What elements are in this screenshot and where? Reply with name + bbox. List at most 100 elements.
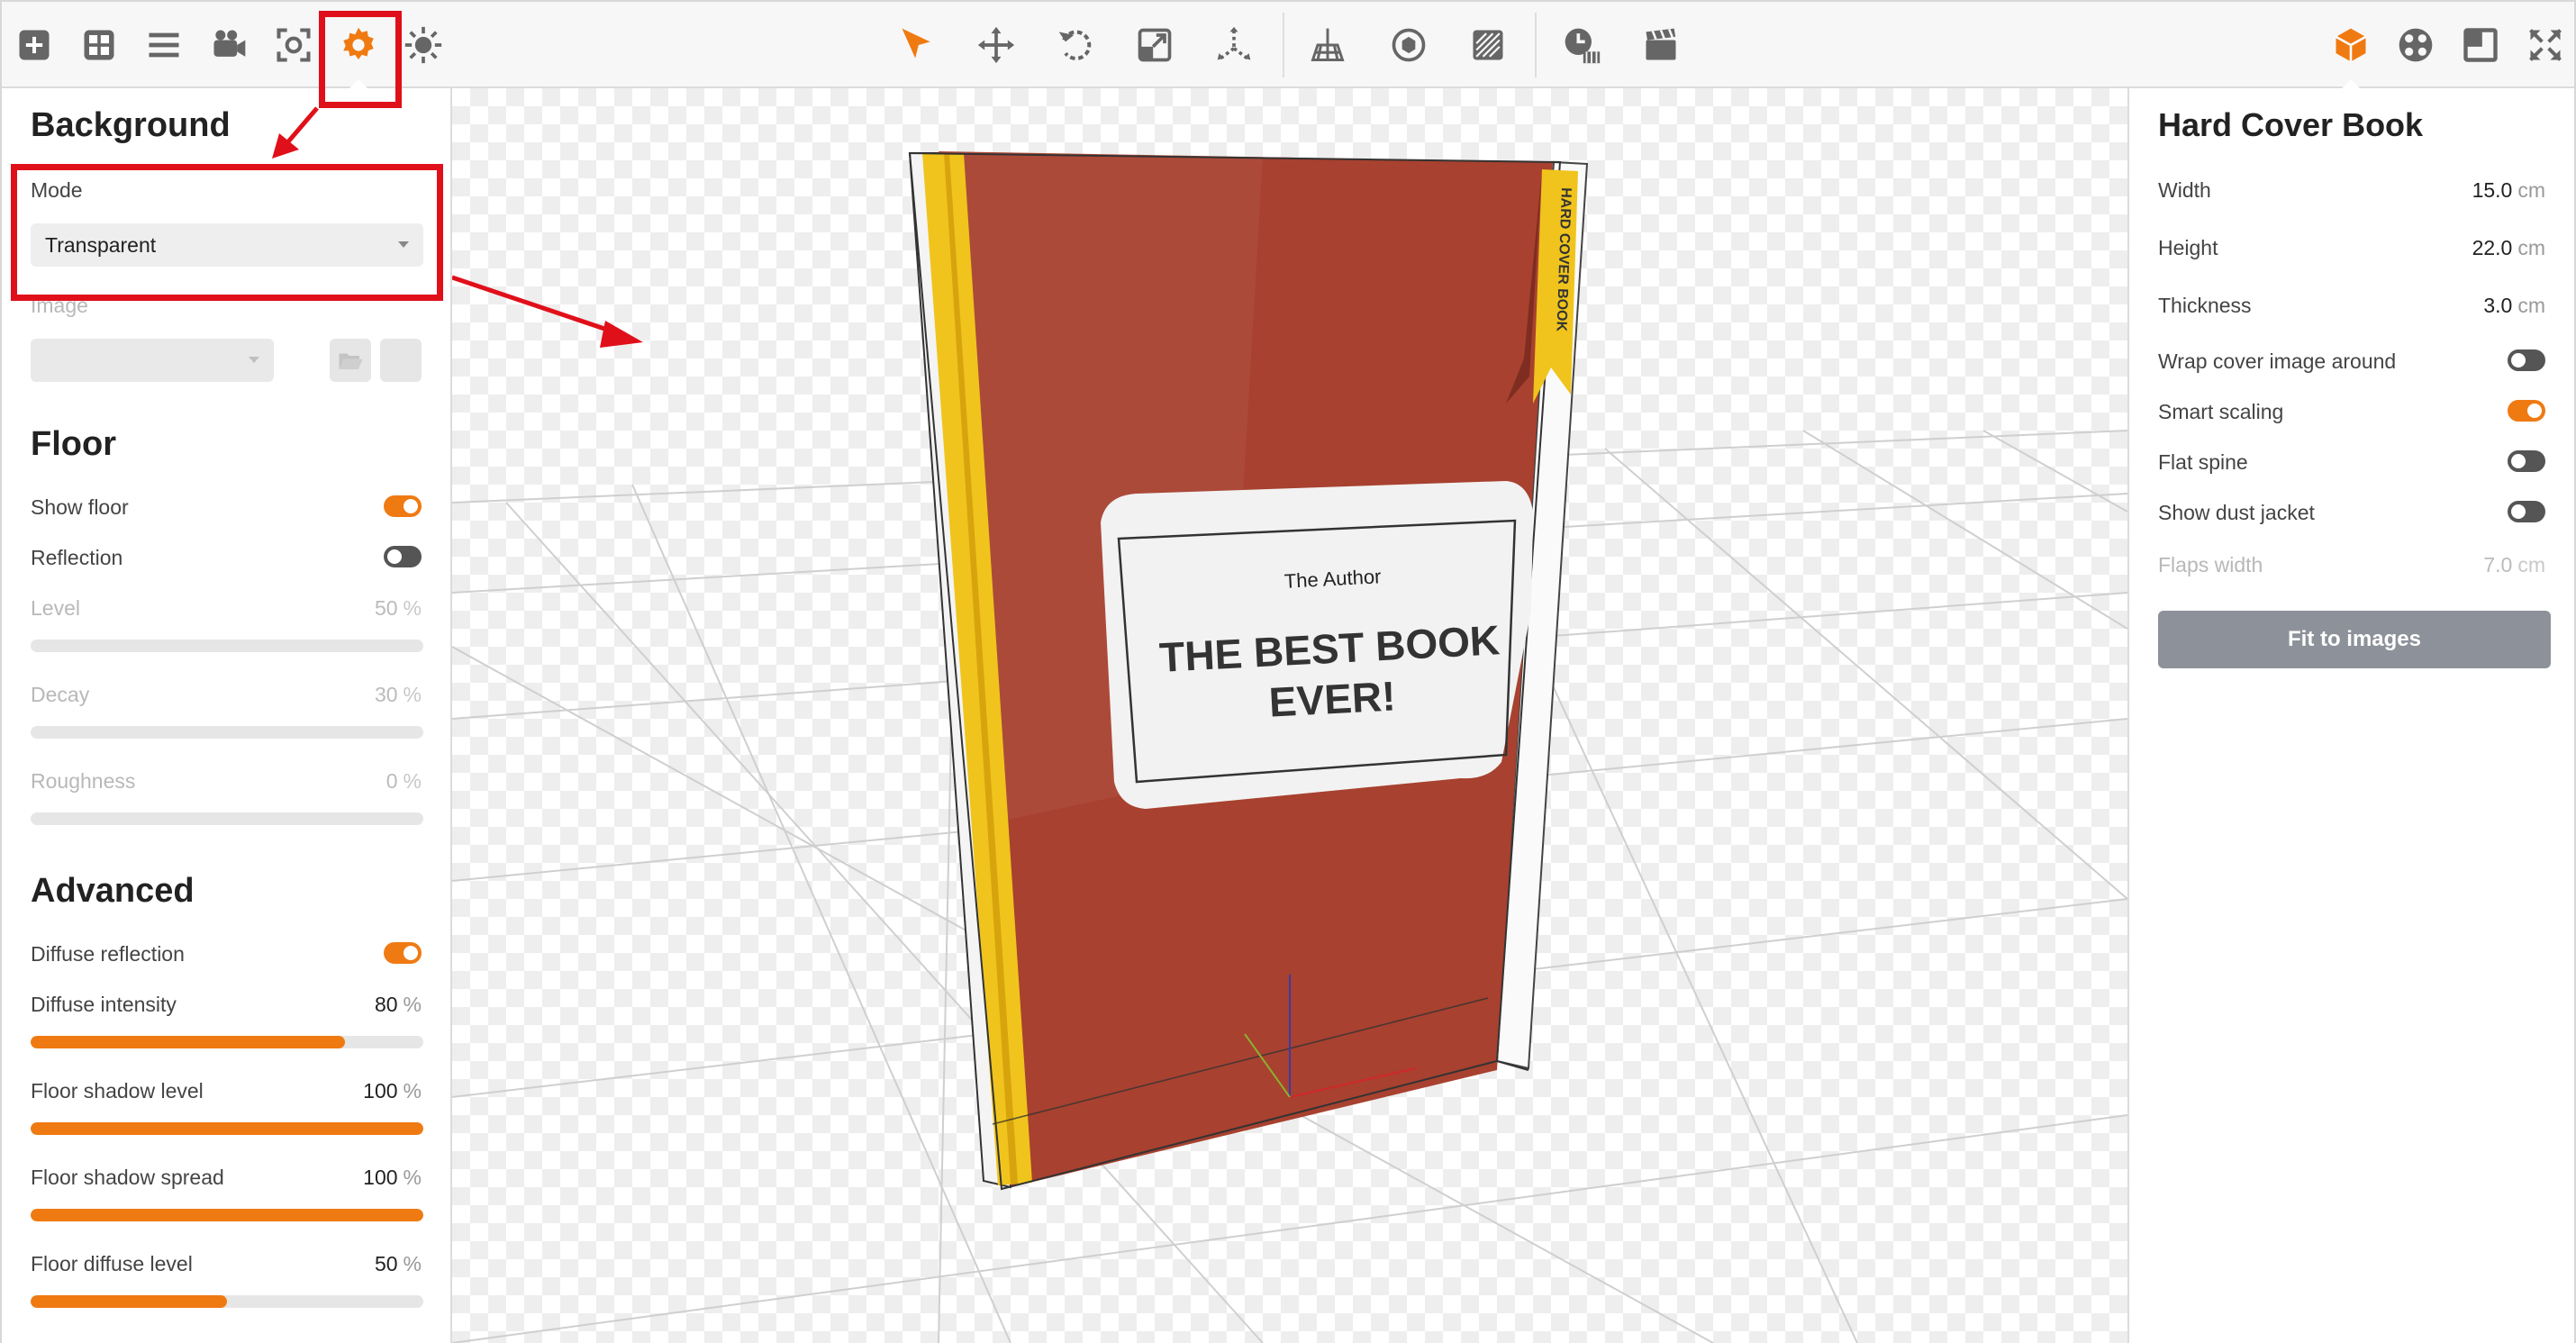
floor-shadow-spread-label: Floor shadow spread — [31, 1166, 224, 1189]
background-section-title: Background — [31, 106, 231, 144]
diffuse-reflection-toggle[interactable] — [384, 942, 422, 964]
clear-image-button[interactable] — [380, 339, 422, 382]
toolbar-separator — [1283, 13, 1284, 77]
camera-icon[interactable] — [200, 16, 258, 74]
floor-shadow-spread-value: 100% — [363, 1166, 422, 1190]
open-image-button[interactable] — [330, 339, 371, 382]
dust-jacket-toggle[interactable] — [2508, 501, 2545, 522]
wrap-cover-toggle[interactable] — [2508, 349, 2545, 371]
floor-diffuse-level-value: 50% — [375, 1252, 422, 1276]
roughness-number: 0 — [385, 769, 398, 793]
floor-shadow-level-slider[interactable] — [31, 1122, 423, 1135]
floor-section-title: Floor — [31, 425, 116, 463]
flaps-width-unit: cm — [2517, 553, 2545, 576]
light-icon[interactable] — [395, 16, 452, 74]
diffuse-intensity-value: 80% — [375, 993, 422, 1017]
cube-icon[interactable] — [2322, 16, 2380, 90]
floor-shadow-spread-unit: % — [403, 1166, 422, 1189]
annotation-highlight-mode — [11, 164, 443, 301]
floor-shadow-level-label: Floor shadow level — [31, 1079, 204, 1103]
texture-icon[interactable] — [1459, 16, 1517, 74]
level-slider[interactable] — [31, 640, 423, 652]
focus-icon[interactable] — [265, 16, 322, 74]
thickness-value[interactable]: 3.0 cm — [2483, 294, 2545, 318]
thickness-number: 3.0 — [2483, 294, 2513, 317]
book-title-line2: EVER! — [1268, 672, 1397, 725]
smart-scaling-toggle[interactable] — [2508, 400, 2545, 422]
floor-shadow-spread-slider[interactable] — [31, 1209, 423, 1221]
scale-icon[interactable] — [1126, 16, 1184, 74]
reflection-toggle[interactable] — [384, 546, 422, 567]
height-value[interactable]: 22.0 cm — [2472, 236, 2545, 260]
decay-unit: % — [403, 683, 422, 706]
app-window: Background Mode Transparent Image Floor … — [0, 0, 2576, 1343]
decay-slider[interactable] — [31, 726, 423, 739]
menu-icon[interactable] — [135, 16, 193, 74]
layout-icon[interactable] — [70, 16, 128, 74]
level-label: Level — [31, 596, 80, 620]
dust-jacket-label: Show dust jacket — [2158, 501, 2315, 524]
material-ball-icon[interactable] — [2387, 16, 2444, 74]
sphere-icon[interactable] — [1380, 16, 1438, 74]
diffuse-reflection-label: Diffuse reflection — [31, 942, 185, 966]
select-arrow-icon[interactable] — [888, 16, 946, 74]
diffuse-intensity-label: Diffuse intensity — [31, 993, 177, 1016]
show-floor-label: Show floor — [31, 495, 129, 519]
roughness-label: Roughness — [31, 769, 136, 793]
slider-fill — [31, 1209, 423, 1221]
clapperboard-icon[interactable] — [1632, 16, 1690, 74]
width-value[interactable]: 15.0 cm — [2472, 178, 2545, 203]
diffuse-intensity-unit: % — [403, 993, 422, 1016]
flat-spine-toggle[interactable] — [2508, 450, 2545, 472]
move-icon[interactable] — [967, 16, 1025, 74]
book-model[interactable]: HARD COVER BOOK The Author THE BEST BOOK… — [908, 151, 1589, 1191]
height-number: 22.0 — [2472, 236, 2513, 259]
flaps-width-value: 7.0 cm — [2483, 553, 2545, 577]
roughness-value: 0% — [386, 769, 422, 794]
decay-label: Decay — [31, 683, 90, 706]
floor-diffuse-level-unit: % — [403, 1252, 422, 1275]
fullscreen-icon[interactable] — [2517, 16, 2574, 74]
thickness-label: Thickness — [2158, 294, 2252, 317]
advanced-section-title: Advanced — [31, 872, 195, 910]
floor-diffuse-level-number: 50 — [374, 1252, 398, 1275]
decay-value: 30% — [375, 683, 422, 707]
diffuse-intensity-number: 80 — [374, 993, 398, 1016]
floor-grid-icon[interactable] — [1299, 16, 1356, 74]
cover-label: The Author THE BEST BOOK EVER! — [1101, 481, 1533, 809]
floor-diffuse-level-slider[interactable] — [31, 1295, 423, 1308]
chevron-down-icon — [249, 357, 259, 363]
floor-shadow-level-number: 100 — [363, 1079, 398, 1103]
fit-to-images-button[interactable]: Fit to images — [2158, 611, 2551, 668]
thickness-unit: cm — [2517, 294, 2545, 317]
diffuse-intensity-slider[interactable] — [31, 1036, 423, 1048]
slider-fill — [31, 1295, 227, 1308]
image-select[interactable] — [31, 339, 274, 382]
roughness-slider[interactable] — [31, 812, 423, 825]
show-floor-toggle[interactable] — [384, 495, 422, 517]
width-number: 15.0 — [2472, 178, 2513, 202]
flaps-width-label: Flaps width — [2158, 553, 2263, 576]
wrap-cover-label: Wrap cover image around — [2158, 349, 2397, 373]
object-properties-panel: Hard Cover Book Width 15.0 cm Height 22.0… — [2127, 88, 2574, 1343]
height-unit: cm — [2517, 236, 2545, 259]
level-number: 50 — [374, 596, 398, 620]
width-unit: cm — [2517, 178, 2545, 202]
floor-diffuse-level-label: Floor diffuse level — [31, 1252, 193, 1275]
folder-open-icon — [339, 353, 363, 369]
floor-shadow-level-unit: % — [403, 1079, 422, 1103]
frame-icon[interactable] — [2452, 16, 2509, 74]
timer-icon[interactable] — [1553, 16, 1610, 74]
floor-shadow-level-value: 100% — [363, 1079, 422, 1103]
3d-viewport[interactable]: HARD COVER BOOK The Author THE BEST BOOK… — [452, 88, 2127, 1343]
roughness-unit: % — [403, 769, 422, 793]
rotate-icon[interactable] — [1047, 16, 1104, 74]
slider-fill — [31, 1036, 345, 1048]
add-icon[interactable] — [5, 16, 63, 74]
height-label: Height — [2158, 236, 2218, 259]
axis-icon[interactable] — [1205, 16, 1263, 74]
level-value: 50% — [375, 596, 422, 621]
scene-render: HARD COVER BOOK The Author THE BEST BOOK… — [452, 151, 2127, 1343]
flaps-width-number: 7.0 — [2483, 553, 2513, 576]
slider-fill — [31, 1122, 423, 1135]
